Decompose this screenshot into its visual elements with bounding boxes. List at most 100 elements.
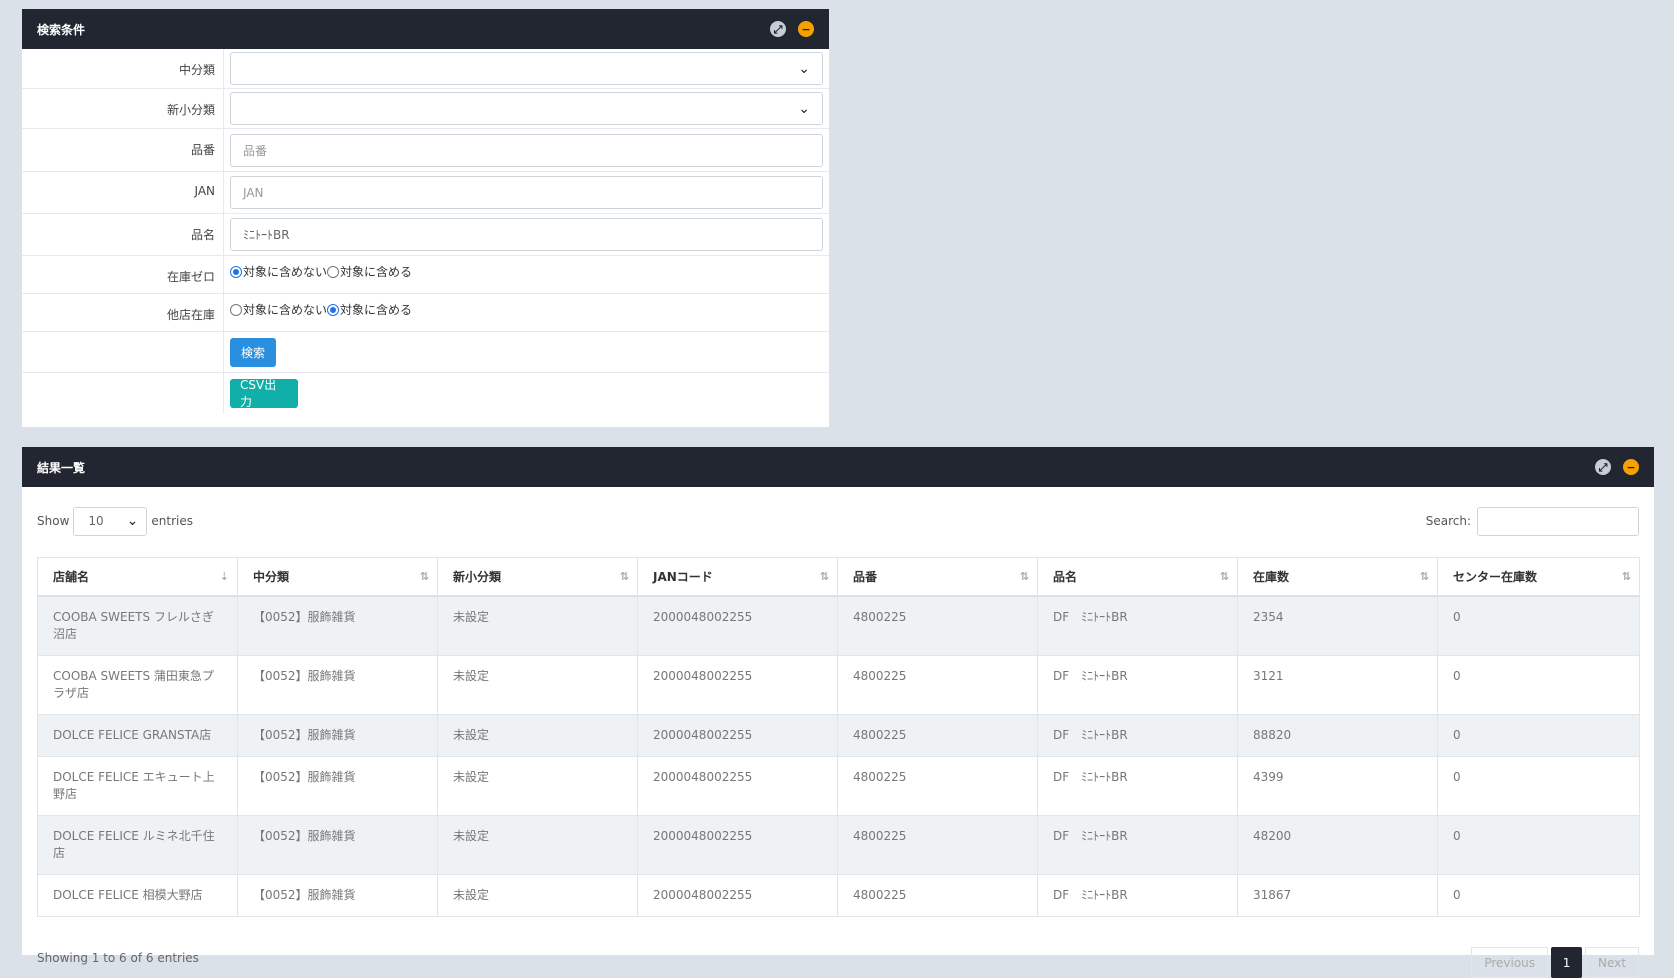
- cell-shinshobunrui: 未設定: [437, 655, 638, 715]
- taten-exclude-radio[interactable]: [230, 303, 242, 316]
- pagination-previous[interactable]: Previous: [1471, 947, 1549, 978]
- column-header-chubunrui[interactable]: 中分類 ⇅: [237, 557, 438, 597]
- chubunrui-label: 中分類: [22, 49, 224, 88]
- column-header-hinban[interactable]: 品番 ⇅: [837, 557, 1038, 597]
- jan-label: JAN: [22, 172, 224, 213]
- column-header-center-zaikosu[interactable]: センター在庫数 ⇅: [1437, 557, 1640, 597]
- form-row-shinshobunrui: 新小分類 ⌄: [22, 89, 829, 129]
- column-header-zaikosu[interactable]: 在庫数 ⇅: [1237, 557, 1438, 597]
- zaiko-zero-exclude-radio[interactable]: [230, 265, 242, 278]
- cell-tenpomei: COOBA SWEETS フレルさぎ沼店: [37, 595, 238, 656]
- taten-radio-group: 対象に含めない 対象に含める: [230, 301, 412, 318]
- chubunrui-select[interactable]: ⌄: [230, 52, 823, 85]
- csv-export-button[interactable]: CSV出力: [230, 378, 298, 409]
- cell-hinban: 4800225: [837, 815, 1038, 875]
- cell-shinshobunrui: 未設定: [437, 815, 638, 875]
- collapse-icon[interactable]: −: [798, 21, 814, 37]
- column-header-tenpomei[interactable]: 店舗名 ⇣: [37, 557, 238, 597]
- form-row-csv-button: CSV出力: [22, 373, 829, 413]
- cell-shinshobunrui: 未設定: [437, 595, 638, 656]
- sort-asc-icon: ⇣: [219, 570, 229, 583]
- column-header-jan[interactable]: JANコード ⇅: [637, 557, 838, 597]
- cell-center-zaikosu: 0: [1437, 815, 1640, 875]
- form-row-hinmei: 品名 ﾐﾆﾄｰﾄBR: [22, 214, 829, 256]
- expand-icon[interactable]: ⤢: [770, 21, 786, 37]
- collapse-icon[interactable]: −: [1623, 459, 1639, 475]
- cell-hinmei: DF ﾐﾆﾄｰﾄBR: [1037, 595, 1238, 656]
- show-label: Show: [37, 514, 70, 528]
- cell-hinban: 4800225: [837, 756, 1038, 816]
- search-panel-header: 検索条件 ⤢ −: [22, 9, 829, 49]
- cell-tenpomei: DOLCE FELICE 相模大野店: [37, 874, 238, 917]
- results-panel: 結果一覧 ⤢ − Show 10 ⌄ entries Search: 店舗名 ⇣ …: [22, 447, 1654, 978]
- cell-hinmei: DF ﾐﾆﾄｰﾄBR: [1037, 655, 1238, 715]
- cell-zaikosu: 48200: [1237, 815, 1438, 875]
- cell-zaikosu: 4399: [1237, 756, 1438, 816]
- cell-center-zaikosu: 0: [1437, 655, 1640, 715]
- column-header-hinmei[interactable]: 品名 ⇅: [1037, 557, 1238, 597]
- zaiko-zero-include-radio[interactable]: [327, 265, 340, 278]
- cell-chubunrui: 【0052】服飾雑貨: [237, 595, 438, 656]
- cell-chubunrui: 【0052】服飾雑貨: [237, 874, 438, 917]
- cell-jan: 2000048002255: [637, 815, 838, 875]
- search-label: Search:: [1425, 514, 1471, 528]
- sort-icon: ⇅: [819, 570, 829, 583]
- chevron-down-icon: ⌄: [798, 100, 810, 117]
- cell-tenpomei: DOLCE FELICE エキュート上野店: [37, 756, 238, 816]
- cell-jan: 2000048002255: [637, 874, 838, 917]
- search-panel-title: 検索条件: [37, 22, 86, 37]
- cell-jan: 2000048002255: [637, 595, 838, 656]
- cell-center-zaikosu: 0: [1437, 874, 1640, 917]
- empty-label: [22, 373, 224, 413]
- taten-include-radio[interactable]: [327, 303, 340, 316]
- column-header-shinshobunrui[interactable]: 新小分類 ⇅: [437, 557, 638, 597]
- zaiko-zero-exclude-label[interactable]: 対象に含めない: [243, 263, 327, 280]
- cell-hinmei: DF ﾐﾆﾄｰﾄBR: [1037, 874, 1238, 917]
- cell-center-zaikosu: 0: [1437, 756, 1640, 816]
- cell-shinshobunrui: 未設定: [437, 756, 638, 816]
- sort-icon: ⇅: [619, 570, 629, 583]
- cell-zaikosu: 31867: [1237, 874, 1438, 917]
- results-panel-header: 結果一覧 ⤢ −: [22, 447, 1654, 487]
- cell-chubunrui: 【0052】服飾雑貨: [237, 815, 438, 875]
- form-row-search-button: 検索: [22, 332, 829, 373]
- table-header-row: 店舗名 ⇣ 中分類 ⇅ 新小分類 ⇅ JANコード ⇅ 品番 ⇅ 品名 ⇅ 在庫数 ⇅ センタ…: [37, 557, 1640, 597]
- form-row-taten: 他店在庫 対象に含めない 対象に含める: [22, 294, 829, 332]
- zaiko-zero-include-label[interactable]: 対象に含める: [340, 263, 412, 280]
- search-conditions-panel: 検索条件 ⤢ − 中分類 ⌄ 新小分類 ⌄ 品番 品番 JAN JAN 品名 ﾐ…: [22, 9, 829, 427]
- search-button[interactable]: 検索: [230, 337, 276, 367]
- table-info: Showing 1 to 6 of 6 entries: [37, 950, 199, 965]
- table-search-input[interactable]: [1477, 506, 1639, 536]
- cell-shinshobunrui: 未設定: [437, 714, 638, 757]
- entries-select-value: 10: [88, 514, 104, 528]
- sort-icon: ⇅: [1019, 570, 1029, 583]
- expand-icon[interactable]: ⤢: [1595, 459, 1611, 475]
- hinban-input[interactable]: 品番: [230, 133, 823, 167]
- sort-icon: ⇅: [1219, 570, 1229, 583]
- jan-input[interactable]: JAN: [230, 176, 823, 209]
- cell-hinmei: DF ﾐﾆﾄｰﾄBR: [1037, 714, 1238, 757]
- table-footer: Showing 1 to 6 of 6 entries Previous 1 N…: [22, 917, 1654, 978]
- shinshobunrui-select[interactable]: ⌄: [230, 92, 823, 125]
- table-row: COOBA SWEETS 蒲田東急プラザ店 【0052】服飾雑貨 未設定 200…: [37, 655, 1640, 715]
- entries-select[interactable]: 10 ⌄: [73, 506, 148, 536]
- pagination-next[interactable]: Next: [1585, 947, 1639, 978]
- cell-zaikosu: 88820: [1237, 714, 1438, 757]
- sort-icon: ⇅: [419, 570, 429, 583]
- taten-exclude-label[interactable]: 対象に含めない: [243, 301, 327, 318]
- shinshobunrui-label: 新小分類: [22, 89, 224, 128]
- sort-icon: ⇅: [1621, 570, 1631, 583]
- cell-tenpomei: DOLCE FELICE ルミネ北千住店: [37, 815, 238, 875]
- table-row: COOBA SWEETS フレルさぎ沼店 【0052】服飾雑貨 未設定 2000…: [37, 595, 1640, 656]
- form-row-hinban: 品番 品番: [22, 129, 829, 172]
- cell-tenpomei: DOLCE FELICE GRANSTA店: [37, 714, 238, 757]
- hinban-label: 品番: [22, 129, 224, 171]
- table-row: DOLCE FELICE 相模大野店 【0052】服飾雑貨 未設定 200004…: [37, 874, 1640, 917]
- hinmei-input[interactable]: ﾐﾆﾄｰﾄBR: [230, 218, 823, 251]
- results-panel-title: 結果一覧: [37, 460, 86, 475]
- table-row: DOLCE FELICE ルミネ北千住店 【0052】服飾雑貨 未設定 2000…: [37, 815, 1640, 875]
- cell-chubunrui: 【0052】服飾雑貨: [237, 714, 438, 757]
- taten-include-label[interactable]: 対象に含める: [340, 301, 412, 318]
- pagination-page-1[interactable]: 1: [1551, 947, 1583, 978]
- zaiko-zero-radio-group: 対象に含めない 対象に含める: [230, 263, 412, 280]
